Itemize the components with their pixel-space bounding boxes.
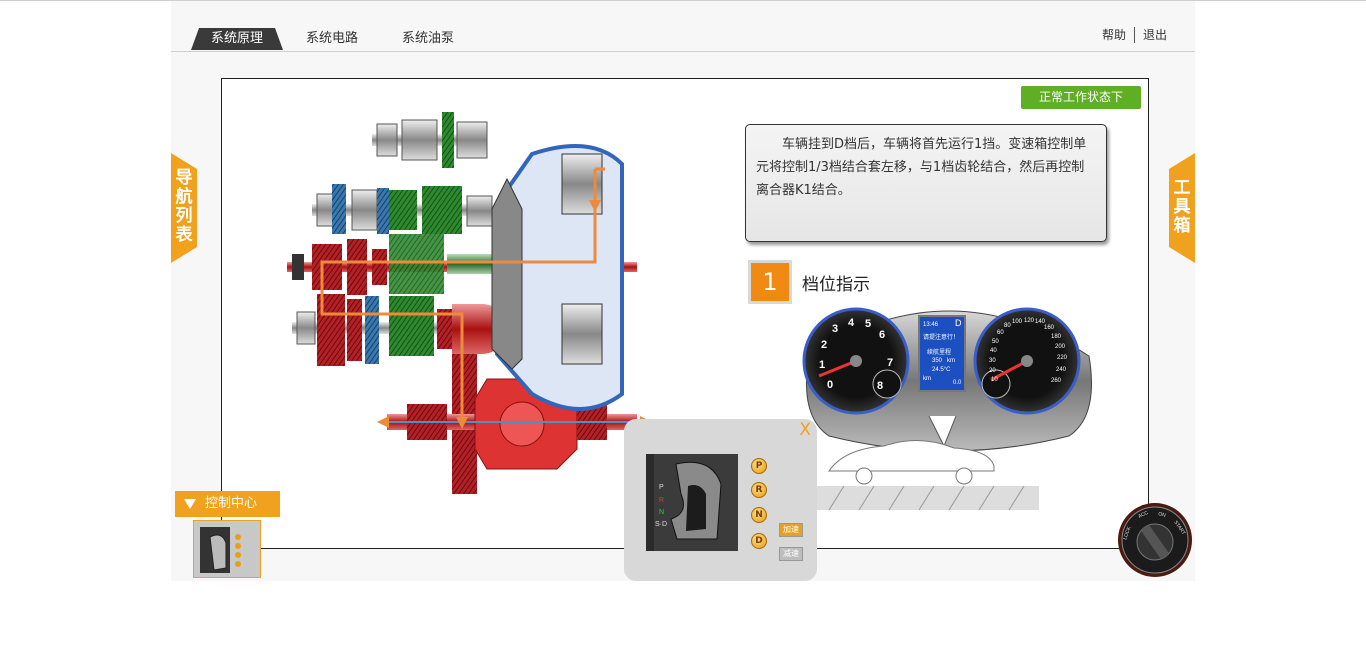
display-range-label: 续航里程 xyxy=(927,348,951,356)
control-center-header[interactable]: 控制中心 xyxy=(175,491,280,517)
speed-tick: 200 xyxy=(1055,344,1066,350)
tab-system-oil-pump[interactable]: 系统油泵 xyxy=(389,28,467,50)
nav-char: 导 xyxy=(175,168,193,188)
normal-status-button[interactable]: 正常工作状态下 xyxy=(1021,86,1141,109)
gear-shift-popup: X P R N S·D P R N D 加速 减速 xyxy=(624,419,817,581)
gear-n-button[interactable]: N xyxy=(751,507,767,523)
accelerate-button[interactable]: 加速 xyxy=(779,523,803,537)
shift-label-n: N xyxy=(659,509,664,516)
display-range: 350 xyxy=(932,358,943,364)
speed-tick: 30 xyxy=(989,358,996,364)
speed-tick: 120 xyxy=(1024,318,1035,324)
display-time: 13:46 xyxy=(923,322,939,328)
speed-tick: 60 xyxy=(997,330,1004,336)
gear-p-button[interactable]: P xyxy=(751,458,767,474)
rpm-tick: 8 xyxy=(877,380,883,392)
rpm-tick: 4 xyxy=(848,317,855,329)
tool-char: 箱 xyxy=(1173,216,1191,236)
display-odo-unit: km xyxy=(923,376,931,382)
collapse-triangle-icon xyxy=(184,499,196,509)
nav-char: 航 xyxy=(175,187,193,207)
rpm-tick: 3 xyxy=(832,323,838,335)
rpm-tick: 5 xyxy=(865,318,871,330)
rpm-tick: 0 xyxy=(827,379,833,391)
gear-d-button[interactable]: D xyxy=(751,533,767,549)
speed-tick: 240 xyxy=(1056,367,1067,373)
speed-tick: 260 xyxy=(1051,378,1062,384)
decelerate-button[interactable]: 减速 xyxy=(779,547,803,561)
ignition-knob[interactable]: LOCK ACC ON START xyxy=(1117,502,1193,578)
tab-system-circuit[interactable]: 系统电路 xyxy=(293,28,371,50)
speed-tick: 80 xyxy=(1004,323,1011,329)
shift-label-r: R xyxy=(659,497,664,504)
control-center-label: 控制中心 xyxy=(205,496,258,511)
display-odo-value: 0.0 xyxy=(953,380,962,386)
shift-label-p: P xyxy=(659,484,664,491)
tab-system-principle[interactable]: 系统原理 xyxy=(191,28,283,50)
description-box: 车辆挂到D档后，车辆将首先运行1挡。变速箱控制单元将控制1/3档结合套左移，与1… xyxy=(745,124,1107,242)
rpm-tick: 6 xyxy=(879,329,885,341)
display-gear: D xyxy=(955,318,962,328)
gear-lever-thumbnail xyxy=(194,521,260,577)
gear-lever-image: P R N S·D xyxy=(646,454,738,551)
nav-char: 表 xyxy=(175,225,193,245)
top-links: 帮助 退出 xyxy=(1102,26,1167,43)
control-center-thumbnail[interactable] xyxy=(193,520,261,578)
instrument-cluster: 0 1 2 3 4 5 6 7 8 10 20 30 40 50 60 80 1… xyxy=(799,307,1092,511)
rpm-tick: 7 xyxy=(887,357,893,369)
nav-char: 列 xyxy=(175,206,193,226)
toolbox-tab[interactable]: 工 具 箱 xyxy=(1169,153,1195,263)
help-link[interactable]: 帮助 xyxy=(1102,26,1126,43)
speed-tick: 40 xyxy=(990,348,997,354)
rpm-tick: 1 xyxy=(819,359,825,371)
close-icon[interactable]: X xyxy=(799,420,811,440)
navigation-list-tab[interactable]: 导 航 列 表 xyxy=(171,153,197,263)
speed-tick: 220 xyxy=(1057,355,1068,361)
speed-tick: 100 xyxy=(1012,319,1023,325)
speed-tick: 180 xyxy=(1051,334,1062,340)
exit-link[interactable]: 退出 xyxy=(1143,26,1167,43)
shift-label-d: S·D xyxy=(655,521,667,528)
tool-char: 具 xyxy=(1173,197,1191,217)
app-window: 系统原理 系统电路 系统油泵 帮助 退出 导 航 列 表 工 具 箱 正常工作状… xyxy=(171,1,1195,581)
display-temp: 24.5°C xyxy=(932,367,951,373)
speed-tick: 160 xyxy=(1044,325,1055,331)
tool-char: 工 xyxy=(1173,178,1191,198)
speed-tick: 50 xyxy=(992,339,999,345)
speed-tick: 20 xyxy=(989,368,996,374)
step-number: 1 xyxy=(748,260,792,304)
gear-r-button[interactable]: R xyxy=(751,482,767,498)
display-range-unit: km xyxy=(947,358,955,364)
display-warning: 请提注意行！ xyxy=(923,333,959,341)
divider xyxy=(1133,26,1135,43)
rpm-tick: 2 xyxy=(821,339,827,351)
tab-bar: 系统原理 系统电路 系统油泵 帮助 退出 xyxy=(171,1,1195,52)
speed-tick: 10 xyxy=(991,377,998,383)
